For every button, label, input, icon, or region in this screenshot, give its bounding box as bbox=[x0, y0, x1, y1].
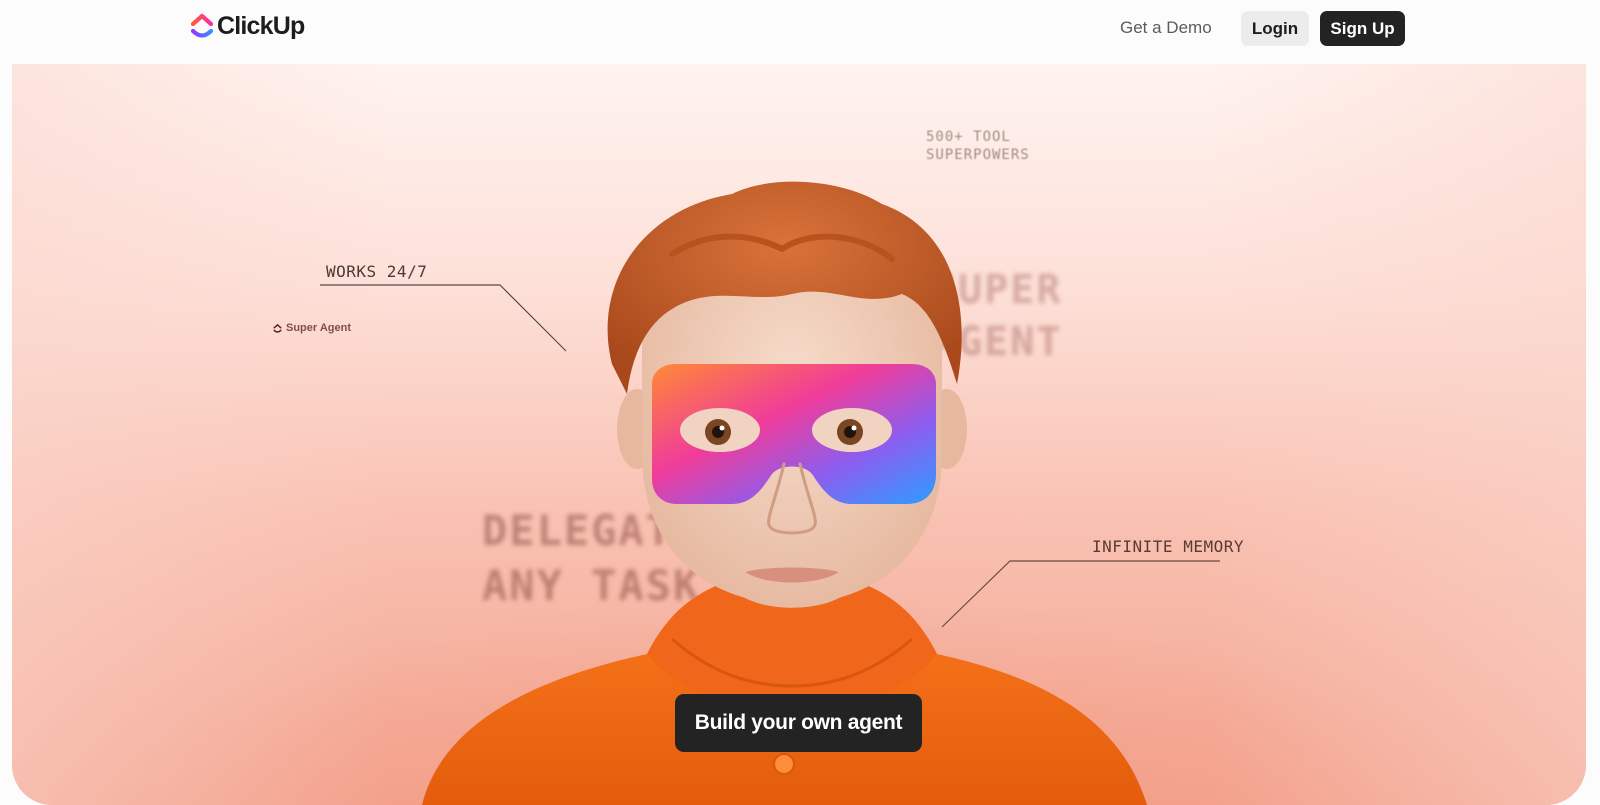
clickup-logo[interactable]: ClickUp bbox=[190, 10, 305, 42]
clickup-logo-icon bbox=[190, 13, 214, 38]
login-button[interactable]: Login bbox=[1241, 11, 1309, 46]
get-demo-link[interactable]: Get a Demo bbox=[1120, 16, 1212, 40]
hero-section: 500+ TOOL SUPERPOWERS SUPER AGENT DELEGA… bbox=[12, 64, 1586, 805]
sign-up-button[interactable]: Sign Up bbox=[1320, 11, 1405, 46]
top-nav: ClickUp Get a Demo Login Sign Up bbox=[0, 0, 1600, 64]
build-agent-button[interactable]: Build your own agent bbox=[675, 694, 922, 752]
mask-brand-text: Super Agent bbox=[286, 322, 351, 334]
clickup-mini-icon bbox=[273, 323, 282, 333]
mask-brand-label: Super Agent bbox=[272, 322, 351, 334]
logo-wordmark: ClickUp bbox=[217, 11, 305, 40]
